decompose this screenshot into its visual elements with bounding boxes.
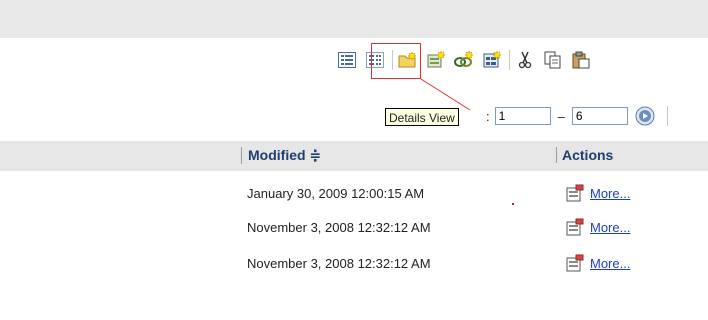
top-bar [0,0,708,38]
toolbar-separator [509,50,510,70]
paste-icon [572,51,590,69]
column-header-modified[interactable]: Modified ≑ [241,147,321,164]
properties-icon [566,254,584,272]
more-actions: More... [565,254,630,272]
pager-label: : [486,108,490,124]
tooltip: Details View [385,108,459,126]
new-page-button[interactable] [481,49,503,71]
highlight-box [371,43,421,79]
modified-date: November 3, 2008 12:32:12 AM [247,220,431,235]
new-link-button[interactable] [453,49,475,71]
pager-dash: – [557,108,565,124]
cut-button[interactable] [514,49,536,71]
more-actions: More... [565,218,630,236]
column-header-actions: Actions [556,147,613,163]
pager-from-input[interactable] [494,107,551,125]
paste-button[interactable] [570,49,592,71]
cut-icon [518,51,532,69]
properties-icon [566,184,584,202]
more-link[interactable]: More... [590,220,630,235]
table-header: Modified ≑ Actions [0,141,708,171]
copy-icon [544,51,561,69]
list-view-button[interactable] [336,49,358,71]
pager: : – [486,106,668,126]
table-row: November 3, 2008 12:32:12 AM More... [0,214,708,248]
copy-button[interactable] [542,49,564,71]
new-link-icon [454,51,474,67]
modified-date: January 30, 2009 12:00:15 AM [247,186,425,201]
stray-dot [512,203,514,205]
new-item-icon [427,51,446,68]
properties-icon [566,218,584,236]
pager-separator [666,106,668,126]
new-page-icon [483,51,502,68]
list-view-icon [338,52,356,68]
table-row: January 30, 2009 12:00:15 AM More... [0,180,708,214]
more-actions: More... [565,184,630,202]
more-link[interactable]: More... [590,186,630,201]
more-link[interactable]: More... [590,256,630,271]
table-row: November 3, 2008 12:32:12 AM More... [0,250,708,284]
pager-to-input[interactable] [571,107,628,125]
go-button-icon[interactable] [635,106,655,126]
new-item-button[interactable] [425,49,447,71]
modified-date: November 3, 2008 12:32:12 AM [247,256,431,271]
